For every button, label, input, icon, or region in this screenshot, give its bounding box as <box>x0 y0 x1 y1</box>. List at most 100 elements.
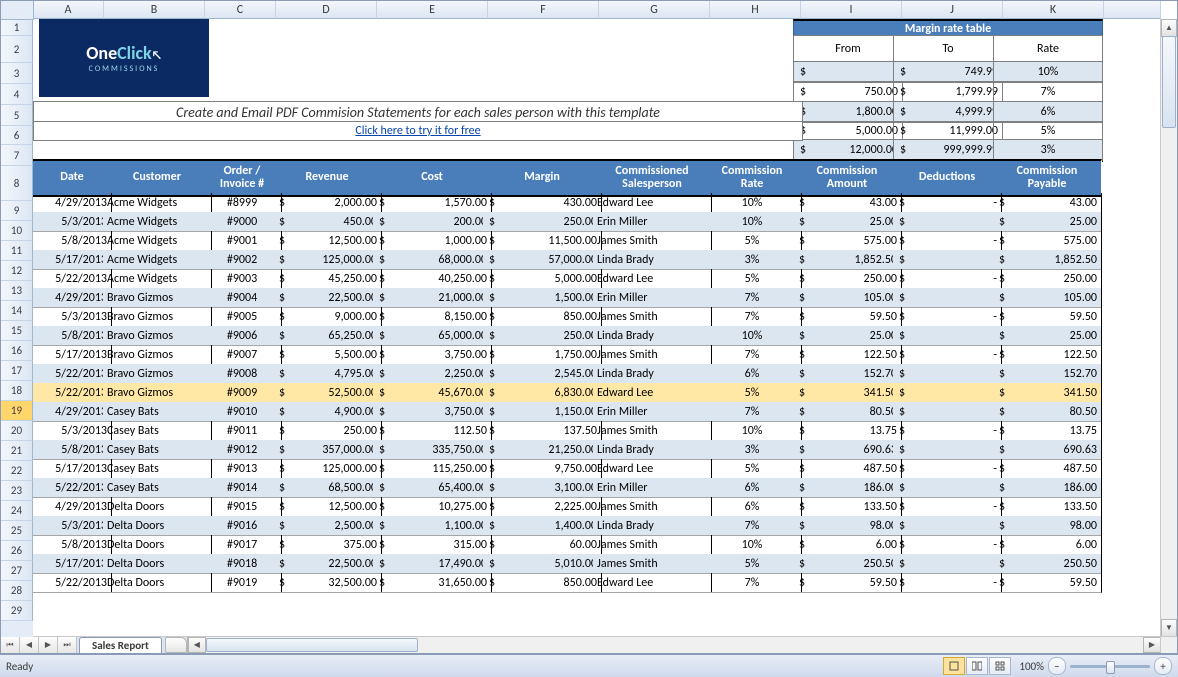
data-cell-r18-c3[interactable]: $4,795.00 <box>273 364 382 384</box>
col-header-10[interactable]: CommissionPayable <box>993 159 1102 197</box>
horizontal-scroll-thumb[interactable] <box>206 638 418 652</box>
worksheet[interactable]: Margin rate tableOneClick↖COMMISSIONSFro… <box>33 19 1161 637</box>
data-cell-r28-c2[interactable]: #9018 <box>203 554 282 574</box>
data-cell-r16-c10[interactable]: $25.00 <box>993 326 1102 346</box>
data-cell-r24-c6[interactable]: Erin Miller <box>593 478 712 498</box>
data-cell-r28-c1[interactable]: Delta Doors <box>103 554 212 574</box>
data-cell-r25-c4[interactable]: $10,275.00 <box>373 497 492 517</box>
data-cell-r12-c7[interactable]: 3% <box>703 250 802 270</box>
row-header-15[interactable]: 15 <box>1 321 33 341</box>
data-cell-r13-c6[interactable]: Edward Lee <box>593 269 712 289</box>
try-free-link[interactable]: Click here to try it for free <box>33 121 803 141</box>
row-header-11[interactable]: 11 <box>1 241 33 261</box>
data-cell-r24-c3[interactable]: $68,500.00 <box>273 478 382 498</box>
data-cell-r28-c8[interactable]: $250.50 <box>793 554 902 574</box>
row-header-4[interactable]: 4 <box>1 84 33 105</box>
data-cell-r12-c2[interactable]: #9002 <box>203 250 282 270</box>
column-header-G[interactable]: G <box>599 1 710 19</box>
data-cell-r24-c0[interactable]: 5/22/2013 <box>33 478 112 498</box>
data-cell-r19-c7[interactable]: 5% <box>703 383 802 403</box>
data-cell-r26-c10[interactable]: $98.00 <box>993 516 1102 536</box>
data-cell-r15-c0[interactable]: 5/3/2013 <box>33 307 112 327</box>
data-cell-r11-c2[interactable]: #9001 <box>203 231 282 251</box>
data-cell-r29-c0[interactable]: 5/22/2013 <box>33 573 112 593</box>
col-header-5[interactable]: Margin <box>483 159 602 197</box>
tagline[interactable]: Create and Email PDF Commision Statement… <box>33 101 803 123</box>
column-header-F[interactable]: F <box>488 1 599 19</box>
data-cell-r21-c3[interactable]: $250.00 <box>273 421 382 441</box>
data-cell-r28-c6[interactable]: James Smith <box>593 554 712 574</box>
data-cell-r10-c7[interactable]: 10% <box>703 212 802 232</box>
data-cell-r24-c4[interactable]: $65,400.00 <box>373 478 492 498</box>
zoom-in-button[interactable]: + <box>1154 657 1172 675</box>
margin-to-0[interactable]: $749.99 <box>893 61 1003 83</box>
data-cell-r18-c0[interactable]: 5/22/2013 <box>33 364 112 384</box>
margin-rate-0[interactable]: 10% <box>993 61 1103 83</box>
data-cell-r12-c10[interactable]: $1,852.50 <box>993 250 1102 270</box>
data-cell-r18-c4[interactable]: $2,250.00 <box>373 364 492 384</box>
scroll-right-arrow-icon[interactable]: ▶ <box>1143 637 1161 653</box>
data-cell-r11-c4[interactable]: $1,000.00 <box>373 231 492 251</box>
row-header-5[interactable]: 5 <box>1 105 33 126</box>
data-cell-r19-c8[interactable]: $341.50 <box>793 383 902 403</box>
row-header-18[interactable]: 18 <box>1 381 33 401</box>
margin-hdr-to[interactable]: To <box>893 35 1003 63</box>
data-cell-r29-c10[interactable]: $59.50 <box>993 573 1102 593</box>
data-cell-r21-c0[interactable]: 5/3/2013 <box>33 421 112 441</box>
col-header-1[interactable]: Customer <box>103 159 212 197</box>
data-cell-r28-c0[interactable]: 5/17/2013 <box>33 554 112 574</box>
data-cell-r22-c5[interactable]: $21,250.00 <box>483 440 602 460</box>
data-cell-r17-c1[interactable]: Bravo Gizmos <box>103 345 212 365</box>
data-cell-r14-c5[interactable]: $1,500.00 <box>483 288 602 308</box>
new-sheet-button[interactable] <box>165 637 187 653</box>
column-header-K[interactable]: K <box>1003 1 1104 19</box>
data-cell-r25-c8[interactable]: $133.50 <box>793 497 902 517</box>
data-cell-r28-c5[interactable]: $5,010.00 <box>483 554 602 574</box>
data-cell-r23-c0[interactable]: 5/17/2013 <box>33 459 112 479</box>
data-cell-r16-c6[interactable]: Linda Brady <box>593 326 712 346</box>
zoom-percent[interactable]: 100% <box>1019 660 1044 673</box>
data-cell-r15-c7[interactable]: 7% <box>703 307 802 327</box>
column-header-D[interactable]: D <box>276 1 377 19</box>
data-cell-r11-c3[interactable]: $12,500.00 <box>273 231 382 251</box>
col-header-7[interactable]: CommissionRate <box>703 159 802 197</box>
data-cell-r28-c7[interactable]: 5% <box>703 554 802 574</box>
data-cell-r9-c4[interactable]: $1,570.00 <box>373 193 492 213</box>
row-header-19[interactable]: 19 <box>1 401 33 421</box>
row-header-17[interactable]: 17 <box>1 361 33 381</box>
data-cell-r16-c2[interactable]: #9006 <box>203 326 282 346</box>
view-normal-button[interactable] <box>943 657 965 675</box>
data-cell-r14-c6[interactable]: Erin Miller <box>593 288 712 308</box>
column-header-B[interactable]: B <box>104 1 205 19</box>
data-cell-r12-c8[interactable]: $1,852.50 <box>793 250 902 270</box>
data-cell-r21-c4[interactable]: $112.50 <box>373 421 492 441</box>
data-cell-r29-c6[interactable]: Edward Lee <box>593 573 712 593</box>
data-cell-r17-c7[interactable]: 7% <box>703 345 802 365</box>
zoom-slider-thumb[interactable] <box>1106 661 1115 674</box>
data-cell-r28-c3[interactable]: $22,500.00 <box>273 554 382 574</box>
data-cell-r25-c5[interactable]: $2,225.00 <box>483 497 602 517</box>
data-cell-r21-c1[interactable]: Casey Bats <box>103 421 212 441</box>
data-cell-r26-c8[interactable]: $98.00 <box>793 516 902 536</box>
col-header-2[interactable]: Order /Invoice # <box>203 159 282 197</box>
data-cell-r10-c10[interactable]: $25.00 <box>993 212 1102 232</box>
data-cell-r9-c5[interactable]: $430.00 <box>483 193 602 213</box>
col-header-0[interactable]: Date <box>33 159 112 197</box>
scroll-left-arrow-icon[interactable]: ◀ <box>188 637 206 653</box>
data-cell-r23-c10[interactable]: $487.50 <box>993 459 1102 479</box>
data-cell-r19-c0[interactable]: 5/22/2013 <box>33 383 112 403</box>
margin-from-1[interactable]: $750.00 <box>793 81 903 103</box>
data-cell-r21-c2[interactable]: #9011 <box>203 421 282 441</box>
data-cell-r11-c0[interactable]: 5/8/2013 <box>33 231 112 251</box>
data-cell-r18-c2[interactable]: #9008 <box>203 364 282 384</box>
data-cell-r12-c1[interactable]: Acme Widgets <box>103 250 212 270</box>
data-cell-r23-c8[interactable]: $487.50 <box>793 459 902 479</box>
data-cell-r26-c5[interactable]: $1,400.00 <box>483 516 602 536</box>
data-cell-r10-c8[interactable]: $25.00 <box>793 212 902 232</box>
data-cell-r16-c5[interactable]: $250.00 <box>483 326 602 346</box>
data-cell-r9-c8[interactable]: $43.00 <box>793 193 902 213</box>
scroll-up-arrow-icon[interactable]: ▲ <box>1161 19 1177 37</box>
data-cell-r26-c6[interactable]: Linda Brady <box>593 516 712 536</box>
data-cell-r22-c3[interactable]: $357,000.00 <box>273 440 382 460</box>
column-header-C[interactable]: C <box>205 1 276 19</box>
